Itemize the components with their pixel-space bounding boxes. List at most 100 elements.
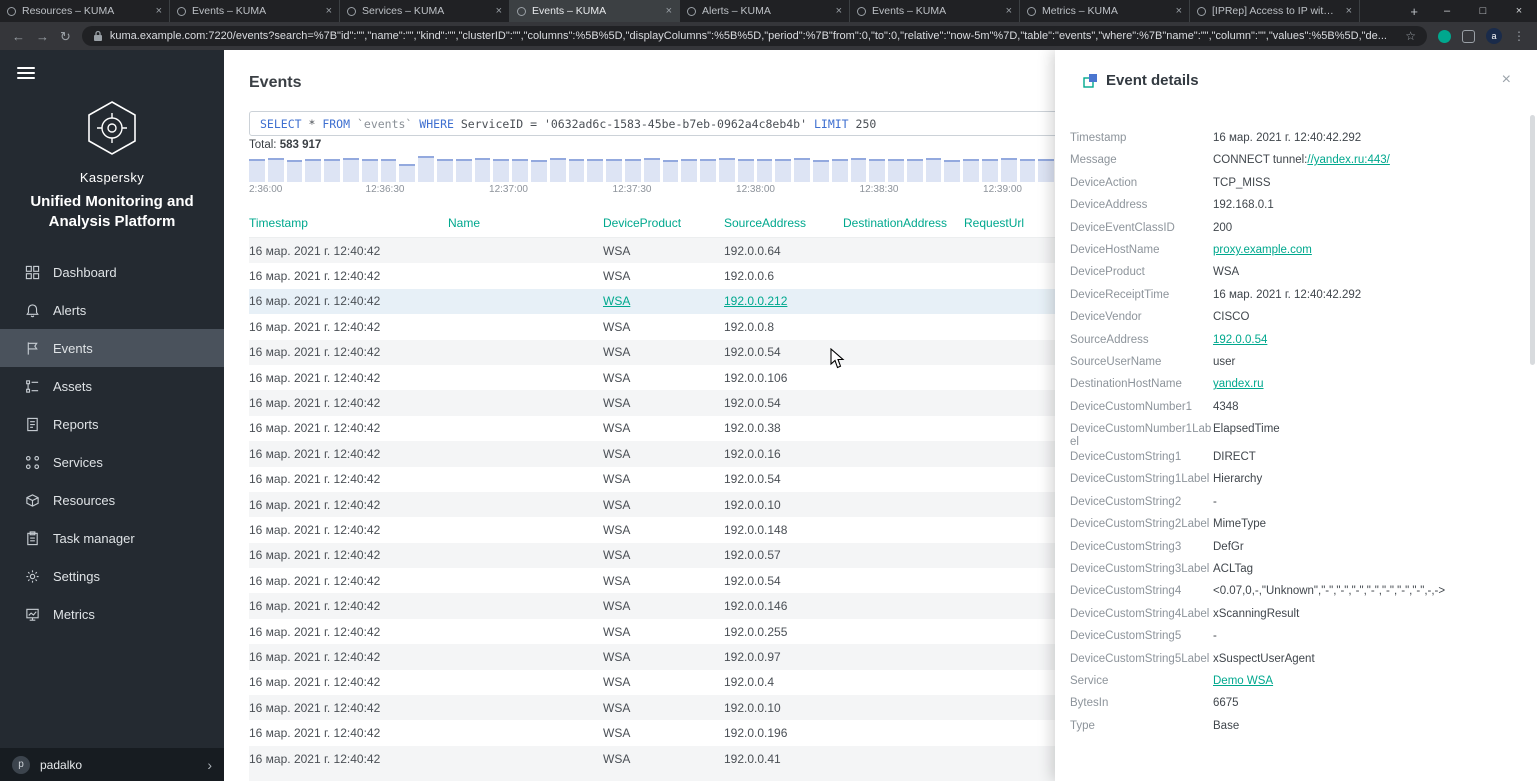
histogram-bar[interactable] bbox=[869, 159, 886, 182]
histogram-bar[interactable] bbox=[380, 159, 397, 182]
tab-close-icon[interactable]: × bbox=[1006, 5, 1012, 17]
new-tab-button[interactable]: + bbox=[1399, 0, 1429, 22]
sidebar-item-alerts[interactable]: Alerts bbox=[0, 291, 224, 329]
kaspersky-logo-icon bbox=[0, 100, 224, 161]
histogram-bar[interactable] bbox=[925, 158, 942, 182]
cell-link[interactable]: 192.0.0.212 bbox=[724, 294, 787, 308]
histogram-bar[interactable] bbox=[624, 159, 641, 182]
histogram-bar[interactable] bbox=[568, 159, 585, 182]
histogram-bar[interactable] bbox=[662, 160, 679, 182]
sidebar-item-task-manager[interactable]: Task manager bbox=[0, 519, 224, 557]
tab-close-icon[interactable]: × bbox=[1176, 5, 1182, 17]
histogram-bar[interactable] bbox=[606, 159, 622, 182]
browser-tab[interactable]: Alerts – KUMA × bbox=[680, 0, 850, 22]
extensions-puzzle-icon[interactable] bbox=[1462, 29, 1475, 43]
histogram-bar[interactable] bbox=[963, 159, 980, 182]
histogram-bar[interactable] bbox=[587, 159, 604, 182]
histogram-bar[interactable] bbox=[944, 160, 961, 182]
histogram-bar[interactable] bbox=[436, 159, 453, 182]
close-window-button[interactable]: × bbox=[1501, 5, 1537, 17]
browser-menu-icon[interactable]: ⋮ bbox=[1513, 29, 1525, 43]
histogram-bar[interactable] bbox=[305, 159, 322, 182]
browser-tab[interactable]: Events – KUMA × bbox=[850, 0, 1020, 22]
histogram-bar[interactable] bbox=[249, 159, 265, 182]
tab-close-icon[interactable]: × bbox=[496, 5, 502, 17]
histogram-bar[interactable] bbox=[982, 159, 998, 182]
histogram-bar[interactable] bbox=[681, 159, 698, 182]
user-bar[interactable]: p padalko › bbox=[0, 748, 224, 781]
histogram-bar[interactable] bbox=[455, 159, 472, 182]
column-header-name[interactable]: Name bbox=[448, 216, 603, 230]
sidebar-item-metrics[interactable]: Metrics bbox=[0, 595, 224, 633]
histogram-bar[interactable] bbox=[342, 158, 359, 182]
tab-close-icon[interactable]: × bbox=[666, 5, 672, 17]
histogram-bar[interactable] bbox=[512, 159, 528, 182]
histogram-bar[interactable] bbox=[324, 159, 340, 182]
sidebar-item-assets[interactable]: Assets bbox=[0, 367, 224, 405]
histogram-bar[interactable] bbox=[643, 158, 660, 182]
histogram-bar[interactable] bbox=[361, 159, 378, 182]
sidebar-item-events[interactable]: Events bbox=[0, 329, 224, 367]
cell-link[interactable]: WSA bbox=[603, 294, 630, 308]
browser-tab[interactable]: Events – KUMA × bbox=[510, 0, 680, 22]
forward-button[interactable]: → bbox=[36, 30, 49, 43]
browser-tab[interactable]: Resources – KUMA × bbox=[0, 0, 170, 22]
sidebar-item-services[interactable]: Services bbox=[0, 443, 224, 481]
histogram-bar[interactable] bbox=[794, 158, 810, 182]
column-header-destinationaddress[interactable]: DestinationAddress bbox=[843, 216, 964, 230]
histogram-bar[interactable] bbox=[775, 159, 792, 182]
histogram-bar[interactable] bbox=[418, 156, 434, 182]
browser-tab[interactable]: [IPRep] Access to IP with b... × bbox=[1190, 0, 1360, 22]
detail-value-link[interactable]: Demo WSA bbox=[1213, 675, 1273, 687]
column-header-deviceproduct[interactable]: DeviceProduct bbox=[603, 216, 724, 230]
bookmark-star-icon[interactable]: ☆ bbox=[1405, 29, 1416, 43]
close-panel-icon[interactable]: × bbox=[1502, 71, 1511, 89]
histogram-bar[interactable] bbox=[737, 159, 754, 182]
detail-value-link[interactable]: yandex.ru bbox=[1213, 378, 1264, 390]
sidebar-item-dashboard[interactable]: Dashboard bbox=[0, 253, 224, 291]
histogram-bar[interactable] bbox=[718, 158, 735, 182]
column-header-timestamp[interactable]: Timestamp bbox=[249, 216, 448, 230]
sidebar-item-resources[interactable]: Resources bbox=[0, 481, 224, 519]
browser-tab[interactable]: Events – KUMA × bbox=[170, 0, 340, 22]
extension-green-icon[interactable] bbox=[1438, 29, 1451, 43]
back-button[interactable]: ← bbox=[12, 30, 25, 43]
url-field[interactable]: kuma.example.com:7220/events?search=%7B"… bbox=[81, 26, 1427, 46]
sidebar-item-settings[interactable]: Settings bbox=[0, 557, 224, 595]
minimize-button[interactable]: – bbox=[1429, 5, 1465, 17]
histogram-bar[interactable] bbox=[1038, 159, 1055, 182]
detail-value-link[interactable]: //yandex.ru:443/ bbox=[1307, 154, 1389, 166]
histogram-bar[interactable] bbox=[493, 159, 510, 182]
detail-value-link[interactable]: 192.0.0.54 bbox=[1213, 334, 1267, 346]
tab-close-icon[interactable]: × bbox=[156, 5, 162, 17]
maximize-button[interactable]: □ bbox=[1465, 5, 1501, 17]
histogram-bar[interactable] bbox=[756, 159, 773, 182]
histogram-bar[interactable] bbox=[812, 160, 829, 182]
histogram-bar[interactable] bbox=[474, 158, 491, 182]
histogram-bar[interactable] bbox=[530, 160, 547, 182]
sidebar-item-reports[interactable]: Reports bbox=[0, 405, 224, 443]
histogram-bar[interactable] bbox=[286, 160, 303, 182]
histogram-bar[interactable] bbox=[1000, 158, 1017, 182]
histogram-bar[interactable] bbox=[267, 158, 284, 182]
histogram-bar[interactable] bbox=[1019, 159, 1036, 182]
browser-profile-avatar[interactable]: a bbox=[1486, 28, 1502, 44]
histogram-bar[interactable] bbox=[850, 158, 867, 182]
browser-tab[interactable]: Metrics – KUMA × bbox=[1020, 0, 1190, 22]
panel-scrollbar[interactable] bbox=[1530, 115, 1535, 365]
tab-close-icon[interactable]: × bbox=[1346, 5, 1352, 17]
tab-close-icon[interactable]: × bbox=[836, 5, 842, 17]
histogram-bar[interactable] bbox=[399, 164, 416, 182]
histogram-bar[interactable] bbox=[906, 159, 923, 182]
reload-button[interactable]: ↻ bbox=[60, 30, 71, 43]
histogram-bar[interactable] bbox=[549, 158, 566, 182]
histogram-bar[interactable] bbox=[888, 159, 904, 182]
detail-value-link[interactable]: proxy.example.com bbox=[1213, 244, 1312, 256]
tab-close-icon[interactable]: × bbox=[326, 5, 332, 17]
column-header-sourceaddress[interactable]: SourceAddress bbox=[724, 216, 843, 230]
hamburger-menu-icon[interactable] bbox=[17, 64, 35, 82]
browser-tab[interactable]: Services – KUMA × bbox=[340, 0, 510, 22]
chevron-right-icon[interactable]: › bbox=[207, 757, 212, 773]
histogram-bar[interactable] bbox=[700, 159, 716, 182]
histogram-bar[interactable] bbox=[831, 159, 848, 182]
